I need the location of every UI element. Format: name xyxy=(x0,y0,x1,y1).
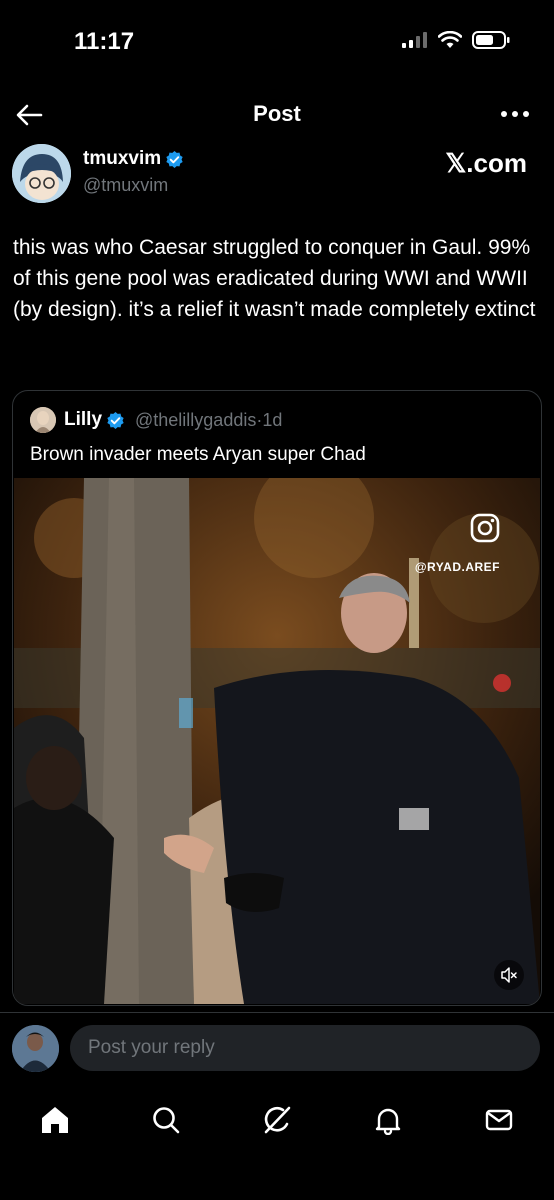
quote-author-name-text: Lilly xyxy=(64,409,103,430)
video-frame xyxy=(14,478,540,1004)
signal-icon xyxy=(402,32,427,48)
home-icon xyxy=(42,1107,68,1133)
quote-author-handle: @thelillygaddis xyxy=(135,410,257,430)
tab-search[interactable] xyxy=(146,1100,186,1140)
speaker-muted-icon xyxy=(501,967,517,983)
quote-avatar-image xyxy=(30,407,56,433)
instagram-icon xyxy=(470,513,500,543)
reply-input[interactable] xyxy=(70,1025,540,1071)
grok-icon xyxy=(264,1106,291,1134)
quote-meta: @thelillygaddis · 1d xyxy=(135,410,282,431)
quoted-post-card[interactable]: Lilly @thelillygaddis · 1d Brown invader… xyxy=(12,390,542,1006)
post-text: this was who Caesar struggled to conquer… xyxy=(13,236,536,321)
author-name[interactable]: tmuxvim xyxy=(83,148,184,170)
battery-icon xyxy=(472,31,510,49)
quote-timestamp: 1d xyxy=(262,410,283,430)
status-icons xyxy=(402,31,510,49)
status-time: 11:17 xyxy=(74,28,135,55)
more-options-icon[interactable] xyxy=(500,106,530,122)
author-name-text: tmuxvim xyxy=(83,148,162,169)
page-title: Post xyxy=(253,101,301,126)
quote-author-name[interactable]: Lilly xyxy=(64,409,125,431)
author-handle: @tmuxvim xyxy=(83,175,169,195)
avatar-illustration xyxy=(12,144,71,203)
mute-toggle[interactable] xyxy=(494,960,524,990)
bell-icon xyxy=(375,1108,401,1135)
reply-bar xyxy=(0,1012,554,1083)
author-avatar[interactable] xyxy=(12,144,71,203)
current-user-avatar-image xyxy=(12,1025,59,1072)
quote-author-avatar[interactable] xyxy=(30,407,56,433)
verified-badge-icon xyxy=(107,411,124,429)
mail-icon xyxy=(485,1109,513,1131)
wifi-icon xyxy=(438,31,462,48)
video-player[interactable]: @RYAD.AREF xyxy=(14,478,540,1004)
quote-text: Brown invader meets Aryan super Chad xyxy=(30,444,366,465)
status-bar: 11:17 xyxy=(0,0,554,84)
tab-notifications[interactable] xyxy=(368,1100,408,1140)
tab-grok[interactable] xyxy=(257,1100,297,1140)
x-watermark: 𝕏.com xyxy=(445,148,527,178)
verified-badge-icon xyxy=(166,150,183,168)
current-user-avatar[interactable] xyxy=(12,1025,59,1072)
video-credit: @RYAD.AREF xyxy=(414,560,500,574)
search-icon xyxy=(153,1107,180,1134)
tab-home[interactable] xyxy=(35,1100,75,1140)
tab-messages[interactable] xyxy=(479,1100,519,1140)
post-header: Post xyxy=(0,84,554,146)
bottom-tab-bar xyxy=(0,1084,554,1200)
